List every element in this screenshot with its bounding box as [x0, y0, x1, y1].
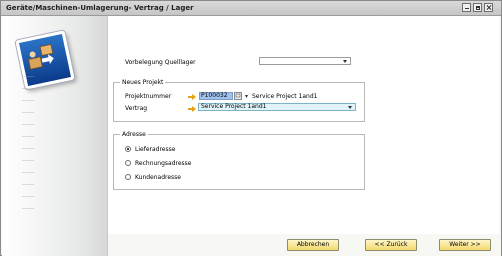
vorbelegung-dropdown[interactable] — [259, 57, 351, 65]
back-button[interactable]: << Zurück — [365, 239, 417, 251]
vorbelegung-label: Vorbelegung Quelllager — [125, 59, 196, 66]
projektnummer-value: P100032 — [201, 92, 228, 99]
projektnummer-label: Projektnummer — [125, 93, 172, 100]
title-bar: Geräte/Maschinen-Umlagerung- Vertrag / L… — [1, 1, 501, 16]
maximize-button[interactable] — [473, 3, 482, 12]
kundenadresse-label: Kundenadresse — [135, 174, 181, 181]
window-title: Geräte/Maschinen-Umlagerung- Vertrag / L… — [6, 4, 194, 12]
chevron-down-icon — [343, 60, 347, 63]
button-bar: Abbrechen << Zurück Weiter >> — [108, 234, 501, 256]
cancel-button[interactable]: Abbrechen — [287, 239, 339, 251]
vertrag-dropdown[interactable]: Service Project 1and1 — [198, 103, 356, 111]
neues-projekt-legend: Neues Projekt — [120, 79, 166, 86]
neues-projekt-group: Neues Projekt Projektnummer P100032 ▾ Se… — [113, 79, 365, 122]
link-arrow-icon[interactable] — [188, 94, 196, 100]
radio-rechnungsadresse[interactable] — [125, 160, 131, 166]
vertrag-value: Service Project 1and1 — [201, 103, 267, 110]
lieferadresse-label: Lieferadresse — [135, 146, 176, 153]
adresse-group: Adresse Lieferadresse Rechnungsadresse K… — [113, 131, 365, 190]
projektnummer-field[interactable]: P100032 — [199, 92, 233, 100]
sidebar-watermark — [22, 76, 34, 236]
chevron-down-icon — [348, 106, 352, 109]
dialog-window: Geräte/Maschinen-Umlagerung- Vertrag / L… — [0, 0, 502, 256]
close-button[interactable] — [484, 3, 493, 12]
rechnungsadresse-label: Rechnungsadresse — [135, 160, 192, 167]
minimize-button[interactable] — [462, 3, 471, 12]
dropdown-arrow-icon: ▾ — [245, 93, 249, 100]
choose-from-list-button[interactable] — [234, 92, 242, 100]
link-arrow-icon[interactable] — [188, 106, 196, 112]
next-button[interactable]: Weiter >> — [439, 239, 491, 251]
adresse-legend: Adresse — [120, 131, 148, 138]
radio-lieferadresse[interactable] — [125, 146, 131, 152]
vertrag-label: Vertrag — [125, 105, 148, 112]
radio-kundenadresse[interactable] — [125, 174, 131, 180]
wizard-content: Vorbelegung Quelllager Neues Projekt Pro… — [108, 16, 499, 234]
projekt-name-text: Service Project 1and1 — [252, 93, 318, 100]
wizard-sidebar — [2, 16, 108, 256]
